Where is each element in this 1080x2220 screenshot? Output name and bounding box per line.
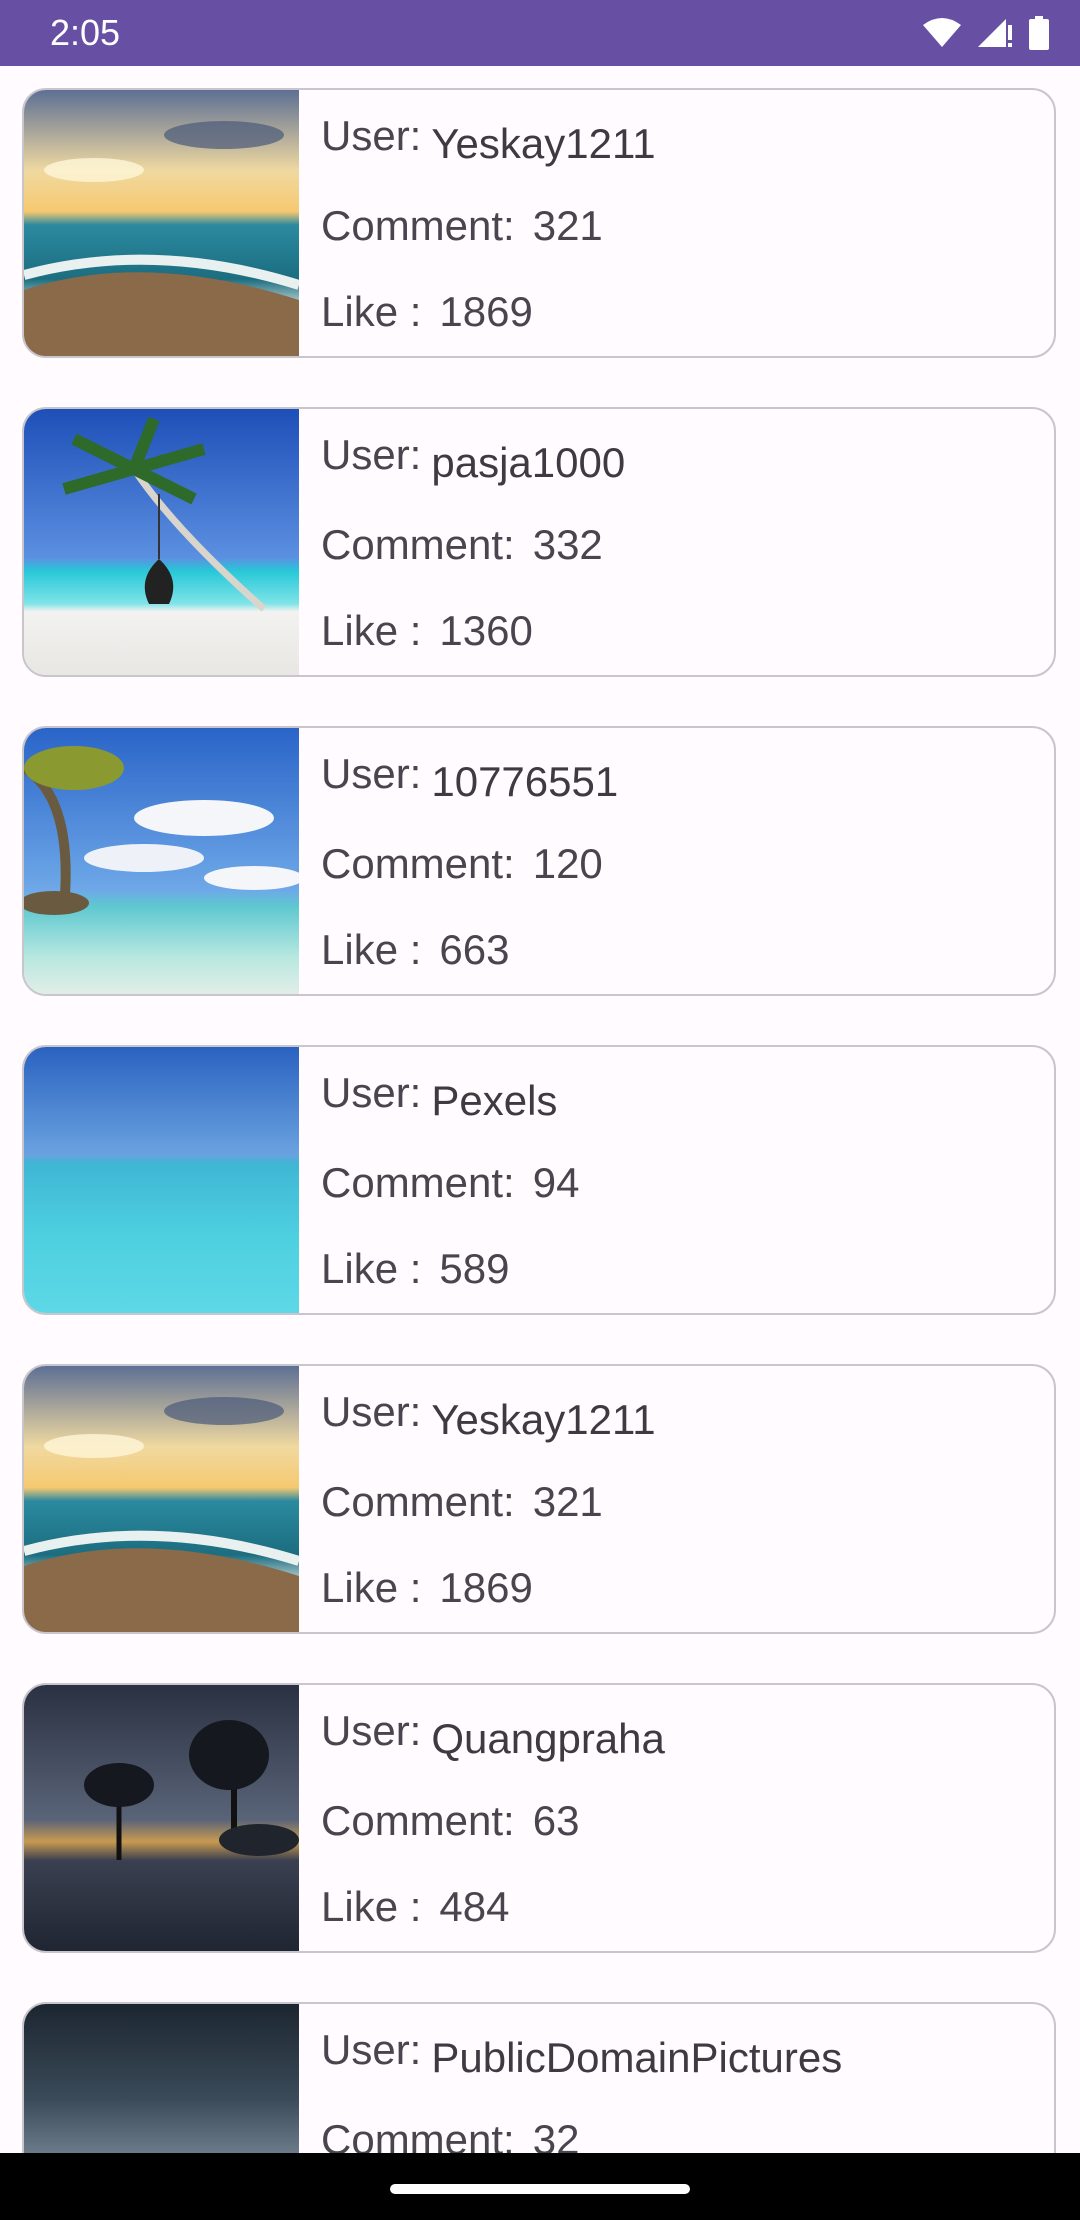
- post-info: User: Yeskay1211 Comment: 321 Like : 1869: [321, 90, 1054, 356]
- like-label: Like :: [321, 607, 422, 654]
- like-label: Like :: [321, 926, 422, 973]
- home-gesture-handle[interactable]: [390, 2184, 690, 2194]
- post-image: [24, 1685, 299, 1951]
- user-label: User:: [321, 112, 422, 159]
- status-bar: 2:05: [0, 0, 1080, 66]
- post-image: [24, 1366, 299, 1632]
- wifi-icon: [923, 18, 961, 47]
- comment-label: Comment:: [321, 521, 515, 568]
- post-card[interactable]: User: Pexels Comment: 94 Like : 589: [22, 1045, 1056, 1315]
- user-label: User:: [321, 2026, 422, 2073]
- user-name: Yeskay1211: [431, 120, 656, 167]
- comment-count: 63: [532, 1797, 580, 1844]
- comment-count: 32: [532, 2116, 580, 2153]
- post-image: [24, 90, 299, 356]
- comment-label: Comment:: [321, 840, 515, 887]
- post-card[interactable]: User: Yeskay1211 Comment: 321 Like : 1869: [22, 1364, 1056, 1634]
- comment-label: Comment:: [321, 202, 515, 249]
- user-label: User:: [321, 1069, 422, 1116]
- post-info: User: Yeskay1211 Comment: 321 Like : 1869: [321, 1366, 1054, 1632]
- like-count: 589: [439, 1245, 510, 1292]
- like-label: Like :: [321, 288, 422, 335]
- user-name: Pexels: [431, 1077, 558, 1124]
- post-info: User: pasja1000 Comment: 332 Like : 1360: [321, 409, 1054, 675]
- like-label: Like :: [321, 1564, 422, 1611]
- user-label: User:: [321, 1388, 422, 1435]
- post-image: [24, 1047, 299, 1313]
- post-card[interactable]: User:PublicDomainPictures Comment:32 Lik…: [22, 2002, 1056, 2153]
- post-image: [24, 409, 299, 675]
- post-info: User: Quangpraha Comment: 63 Like : 484: [321, 1685, 1054, 1951]
- comment-count: 321: [532, 1478, 603, 1525]
- like-count: 1360: [439, 607, 533, 654]
- post-image: [24, 728, 299, 994]
- cell-signal-icon: [978, 19, 1012, 47]
- comment-label: Comment:: [321, 1159, 515, 1206]
- user-label: User:: [321, 750, 422, 797]
- status-icons: [922, 16, 1050, 50]
- comment-label: Comment:: [321, 2116, 515, 2153]
- like-count: 484: [439, 1883, 510, 1930]
- post-card[interactable]: User: pasja1000 Comment: 332 Like : 1360: [22, 407, 1056, 677]
- status-time: 2:05: [50, 12, 121, 53]
- like-count: 1869: [439, 1564, 533, 1611]
- comment-count: 94: [532, 1159, 580, 1206]
- user-name: pasja1000: [431, 439, 626, 486]
- user-name: Quangpraha: [431, 1715, 665, 1762]
- comment-label: Comment:: [321, 1797, 515, 1844]
- user-label: User:: [321, 1707, 422, 1754]
- post-info: User: Pexels Comment: 94 Like : 589: [321, 1047, 1054, 1313]
- post-info: User:PublicDomainPictures Comment:32 Lik…: [321, 2004, 1054, 2153]
- post-list[interactable]: User: Yeskay1211 Comment: 321 Like :1869 U: [0, 66, 1080, 2153]
- comment-count: 321: [532, 202, 603, 249]
- like-count: 663: [439, 926, 510, 973]
- user-name: PublicDomainPictures: [431, 2034, 843, 2081]
- navigation-bar: [0, 2153, 1080, 2220]
- comment-count: 120: [532, 840, 603, 887]
- like-label: Like :: [321, 1883, 422, 1930]
- user-name: Yeskay1211: [431, 1396, 656, 1443]
- post-card[interactable]: User: Quangpraha Comment: 63 Like : 484: [22, 1683, 1056, 1953]
- comment-count: 332: [532, 521, 603, 568]
- battery-icon: [1029, 16, 1049, 50]
- like-label: Like :: [321, 1245, 422, 1292]
- user-name: 10776551: [431, 758, 619, 805]
- comment-label: Comment:: [321, 1478, 515, 1525]
- post-card[interactable]: User: 10776551 Comment: 120 Like : 663: [22, 726, 1056, 996]
- like-count: 1869: [439, 288, 533, 335]
- post-card[interactable]: User: Yeskay1211 Comment: 321 Like : 1869: [22, 88, 1056, 358]
- post-image: [24, 2004, 299, 2153]
- post-info: User: 10776551 Comment: 120 Like : 663: [321, 728, 1054, 994]
- user-label: User:: [321, 431, 422, 478]
